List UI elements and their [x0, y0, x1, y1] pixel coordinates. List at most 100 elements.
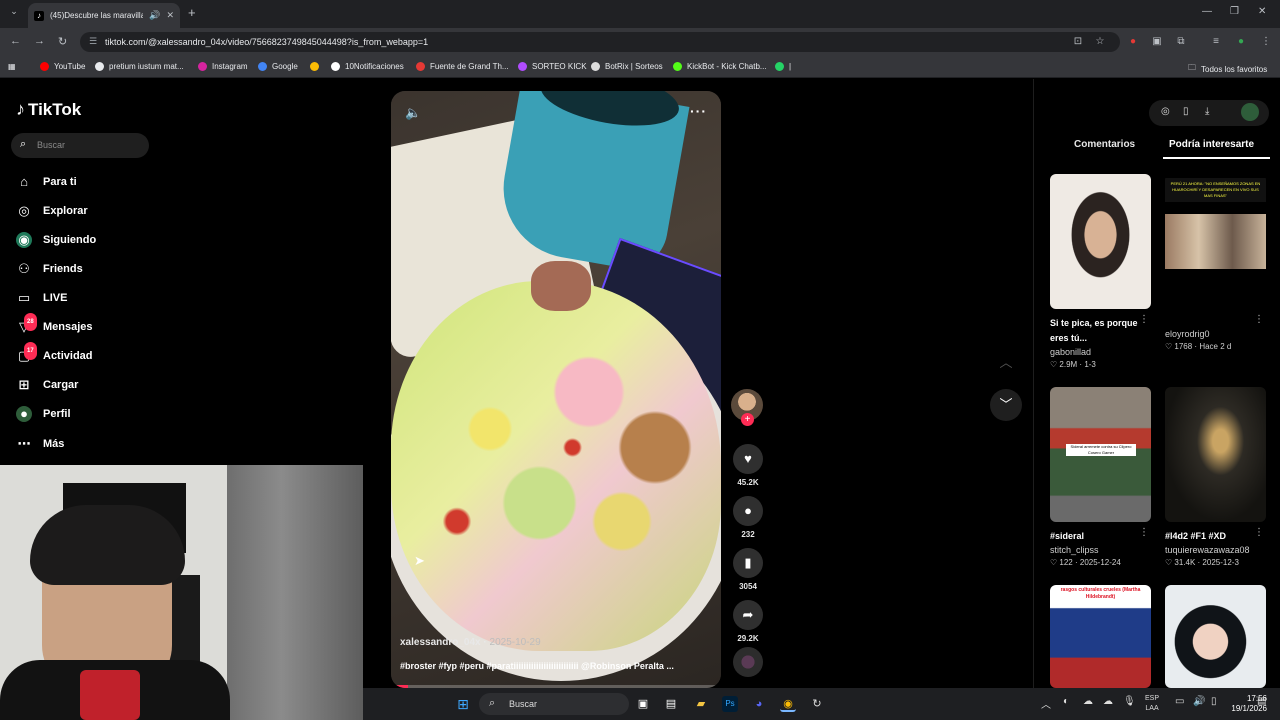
- suggested-video-card[interactable]: ⋮ #l4d2 #F1 #XD tuquierewazawaza08 ♡ 31.…: [1165, 387, 1266, 567]
- suggested-video-card[interactable]: PERÚ 21 AHORA: "NO ENSEÑAMOS ZONAS EN HU…: [1165, 174, 1266, 351]
- language-indicator[interactable]: ESP LAA: [1145, 694, 1159, 714]
- apps-grid-icon[interactable]: ▦: [8, 62, 16, 71]
- minimize-icon[interactable]: —: [1202, 6, 1212, 17]
- nav-siguiendo[interactable]: ◉ Siguiendo: [16, 232, 96, 248]
- tab-comentarios[interactable]: Comentarios: [1074, 139, 1135, 150]
- bookmark-instagram[interactable]: Instagram: [198, 62, 248, 71]
- next-video-button[interactable]: ﹀: [990, 389, 1022, 421]
- creator-avatar[interactable]: +: [731, 389, 763, 426]
- bookmark-star[interactable]: [310, 62, 324, 71]
- new-tab-button[interactable]: +: [188, 5, 196, 20]
- tab-close-icon[interactable]: ✕: [166, 10, 174, 21]
- battery-icon[interactable]: ▯: [1211, 696, 1217, 707]
- nav-friends[interactable]: ⚇ Friends: [16, 261, 83, 277]
- microphone-icon[interactable]: 🎙: [1123, 696, 1136, 707]
- tab-podria-interesarte[interactable]: Podría interesarte: [1169, 139, 1254, 150]
- tray-icon[interactable]: ☁: [1083, 696, 1093, 707]
- extension-icon[interactable]: ●: [1127, 36, 1139, 48]
- bookmark-sorteo-kick[interactable]: SORTEO KICK: [518, 62, 587, 71]
- card-menu-icon[interactable]: ⋮: [1139, 527, 1149, 538]
- sound-icon[interactable]: 🔈: [405, 105, 421, 121]
- suggested-video-card[interactable]: ⋮ Si te pica, es porque eres tú... gabon…: [1050, 174, 1151, 369]
- webcam-microphone: [80, 670, 140, 720]
- bookmark-notificaciones[interactable]: 10Notificaciones: [331, 62, 404, 71]
- card-menu-icon[interactable]: ⋮: [1139, 314, 1149, 325]
- comment-count: 232: [741, 530, 755, 539]
- video-author[interactable]: xalessandro_04x · 2025-10-29: [400, 637, 541, 648]
- extensions-puzzle-icon[interactable]: ⧉: [1175, 36, 1187, 48]
- task-view-icon[interactable]: ▣: [635, 696, 651, 712]
- bookmark-whatsapp[interactable]: |: [775, 62, 791, 71]
- card-menu-icon[interactable]: ⋮: [1254, 527, 1264, 538]
- network-icon[interactable]: ▭: [1175, 696, 1184, 707]
- bookmark-google[interactable]: Google: [258, 62, 298, 71]
- card-menu-icon[interactable]: ⋮: [1254, 314, 1264, 325]
- comment-button[interactable]: ● 232: [731, 496, 765, 539]
- follow-plus-icon[interactable]: +: [741, 413, 754, 426]
- back-icon[interactable]: ←: [10, 35, 21, 47]
- bookmark-pretium[interactable]: pretium iustum mat...: [95, 62, 184, 71]
- install-app-icon[interactable]: ⊡: [1072, 36, 1084, 48]
- tab-audio-icon[interactable]: 🔊: [149, 10, 160, 21]
- restore-icon[interactable]: ❐: [1230, 6, 1239, 17]
- nav-actividad[interactable]: ▢17Actividad: [16, 342, 93, 364]
- nav-explorar[interactable]: ◎ Explorar: [16, 203, 87, 219]
- nav-cargar[interactable]: ⊞ Cargar: [16, 377, 79, 393]
- save-button[interactable]: ▮ 3054: [731, 548, 765, 591]
- profile-avatar-icon[interactable]: ●: [1235, 36, 1247, 48]
- browser-tab[interactable]: ♪ (45)Descubre las maravillas 🔊 ✕: [28, 3, 180, 28]
- bookmark-kickbot[interactable]: KickBot - Kick Chatb...: [673, 62, 767, 71]
- nav-live[interactable]: ▭ LIVE: [16, 290, 68, 306]
- video-actions: + ♥ 45.2K ● 232 ▮ 3054 ➦ 29.2K: [731, 389, 765, 643]
- tray-icon[interactable]: ☁: [1103, 696, 1113, 707]
- like-button[interactable]: ♥ 45.2K: [731, 444, 765, 487]
- more-options-icon[interactable]: ···: [690, 103, 707, 119]
- nav-mensajes[interactable]: ▽28Mensajes: [16, 313, 93, 335]
- photoshop-icon[interactable]: Ps: [722, 696, 738, 712]
- music-disc[interactable]: [733, 647, 763, 677]
- user-avatar[interactable]: [1241, 103, 1259, 121]
- nav-perfil[interactable]: ● Perfil: [16, 406, 71, 422]
- forward-icon[interactable]: →: [34, 35, 45, 47]
- media-controls-icon[interactable]: ≡: [1210, 36, 1222, 48]
- suggested-video-card[interactable]: Sideral arremete contra su Clipero Coser…: [1050, 387, 1151, 567]
- phone-icon[interactable]: ▯: [1183, 106, 1189, 117]
- taskbar-search[interactable]: ⌕ Buscar: [479, 693, 629, 715]
- chrome-icon[interactable]: ◉: [780, 696, 796, 712]
- nav-para-ti[interactable]: ⌂ Para ti: [16, 174, 77, 190]
- bookmark-botrix[interactable]: BotRix | Sorteos: [591, 62, 663, 71]
- close-window-icon[interactable]: ✕: [1258, 6, 1266, 17]
- suggested-video-card[interactable]: rasgos culturales crueles (Martha Hildeb…: [1050, 585, 1151, 688]
- nav-mas[interactable]: ⋯ Más: [16, 436, 65, 452]
- share-button[interactable]: ➦ 29.2K: [731, 600, 765, 643]
- live-icon: ▭: [17, 290, 31, 305]
- tray-icon[interactable]: ◐: [1063, 696, 1069, 707]
- discord-icon[interactable]: ◕: [751, 696, 767, 712]
- url-bar[interactable]: ☰ tiktok.com/@xalessandro_04x/video/7566…: [80, 32, 1120, 52]
- bookmark-star-icon[interactable]: ☆: [1094, 36, 1106, 48]
- bookmarks-bar: ▦ YouTube pretium iustum mat... Instagra…: [0, 56, 1280, 78]
- tiktok-logo[interactable]: ♪ TikTok: [16, 99, 81, 120]
- app-icon[interactable]: ▤: [663, 696, 679, 712]
- search-input[interactable]: ⌕ Buscar: [11, 133, 149, 158]
- reload-icon[interactable]: ↻: [58, 35, 67, 48]
- browser-menu-icon[interactable]: ⋮: [1260, 36, 1272, 48]
- bookmark-youtube[interactable]: YouTube: [40, 62, 85, 71]
- tab-list-chevron-icon[interactable]: ⌄: [6, 6, 22, 22]
- video-player[interactable]: 🔈 ··· xalessandro_04x · 2025-10-29 #bros…: [391, 91, 721, 688]
- compass-icon[interactable]: ◎: [1161, 106, 1170, 117]
- tray-overflow-icon[interactable]: ︿: [1041, 696, 1051, 711]
- all-bookmarks[interactable]: 🗀 Todos los favoritos: [1188, 62, 1267, 76]
- file-explorer-icon[interactable]: ▰: [693, 696, 709, 712]
- app-icon[interactable]: ↻: [809, 696, 825, 712]
- suggested-video-card[interactable]: [1165, 585, 1266, 688]
- webcam-overlay: [0, 465, 363, 720]
- prev-video-button[interactable]: ︿: [990, 347, 1022, 379]
- bookmark-grand-theft[interactable]: Fuente de Grand Th...: [416, 62, 509, 71]
- extension-icon[interactable]: ▣: [1151, 36, 1163, 48]
- notifications-icon[interactable]: ▤: [1257, 696, 1266, 707]
- volume-icon[interactable]: 🔊: [1193, 696, 1205, 707]
- site-info-icon[interactable]: ☰: [89, 36, 97, 47]
- windows-start-icon[interactable]: ⊞: [455, 696, 471, 712]
- download-icon[interactable]: ⤓: [1205, 106, 1209, 117]
